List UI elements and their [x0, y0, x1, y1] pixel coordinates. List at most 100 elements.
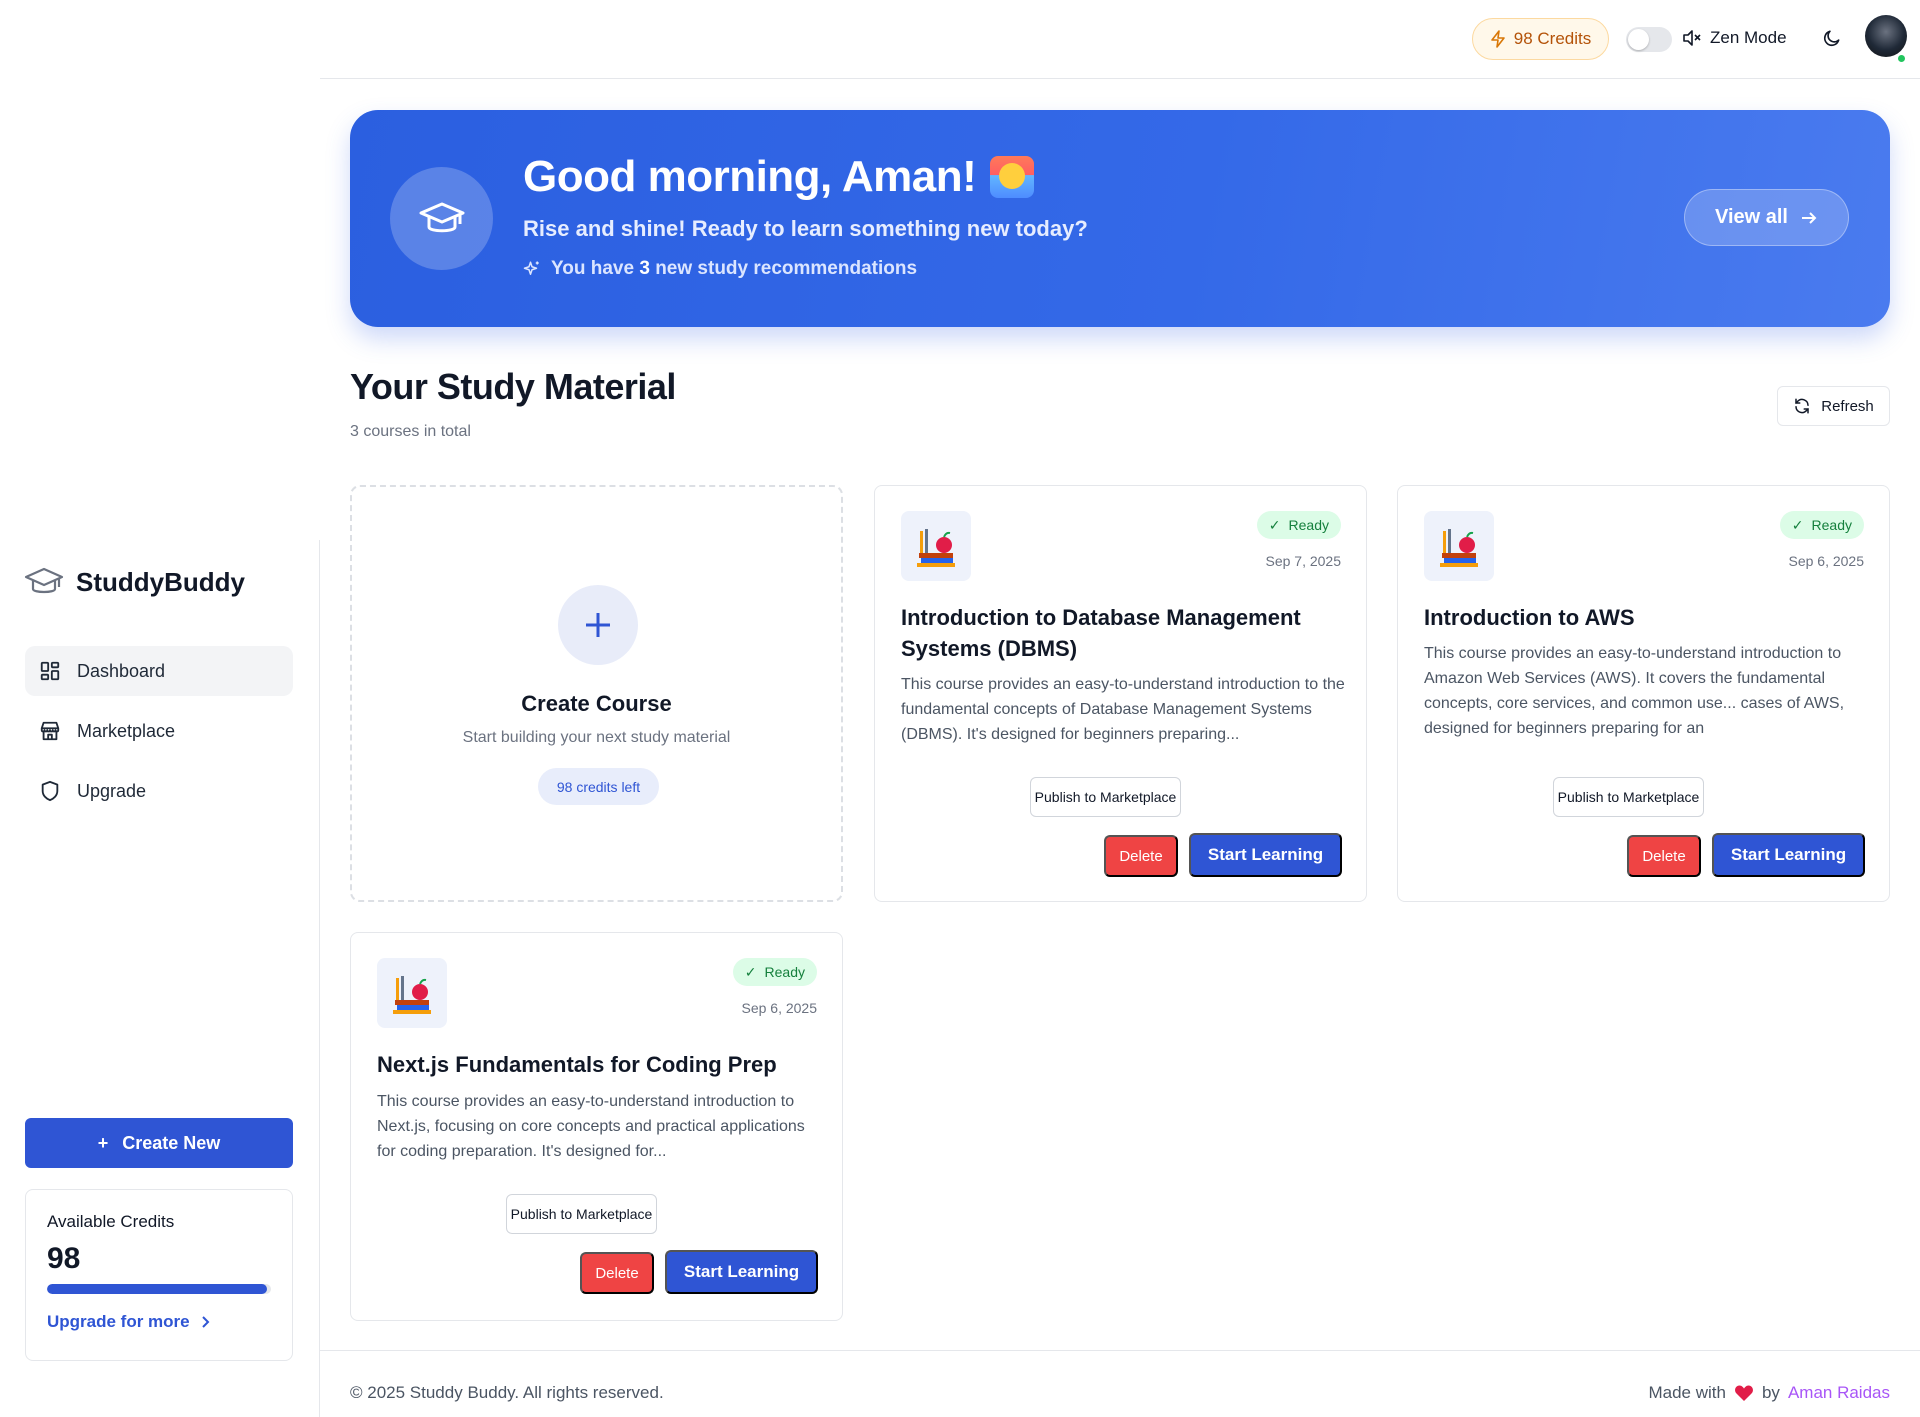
publish-to-marketplace-button[interactable]: Publish to Marketplace — [1553, 777, 1704, 817]
refresh-button[interactable]: Refresh — [1777, 386, 1890, 426]
sidebar-item-label: Upgrade — [77, 780, 147, 801]
zen-mode-label-group: Zen Mode — [1682, 28, 1787, 48]
publish-to-marketplace-button[interactable]: Publish to Marketplace — [1030, 777, 1181, 817]
create-new-label: Create New — [122, 1132, 221, 1153]
dashboard-grid-icon — [40, 661, 60, 681]
credits-progress-bar — [47, 1284, 271, 1294]
made-with-credit: Made with by Aman Raidas — [1648, 1383, 1890, 1403]
course-title: Introduction to AWS — [1424, 605, 1635, 630]
books-apple-icon — [1424, 511, 1494, 581]
refresh-icon — [1795, 398, 1809, 414]
greeting-text: Good morning, Aman! — [523, 152, 977, 201]
graduation-cap-icon — [419, 202, 464, 232]
sparkles-icon — [523, 261, 539, 275]
rec-count: 3 — [639, 258, 650, 279]
online-status-dot — [1896, 53, 1907, 64]
moon-icon — [1823, 30, 1840, 47]
course-count: 3 courses in total — [350, 423, 471, 440]
sidebar-item-marketplace[interactable]: Marketplace — [25, 706, 293, 756]
theme-toggle-button[interactable] — [1822, 28, 1842, 53]
delete-button[interactable]: Delete — [1104, 835, 1178, 877]
credits-left-badge: 98 credits left — [538, 768, 659, 805]
status-badge: ✓ Ready — [732, 958, 817, 986]
view-all-button[interactable]: View all — [1684, 189, 1849, 246]
zen-mode-label: Zen Mode — [1710, 28, 1787, 47]
shield-icon — [41, 780, 59, 802]
course-card: ✓ Ready Sep 6, 2025 Introduction to AWS … — [1397, 485, 1890, 902]
add-course-button[interactable] — [558, 585, 638, 665]
course-title: Introduction to Database Management Syst… — [901, 605, 1301, 661]
status-badge: ✓ Ready — [1779, 511, 1864, 539]
books-apple-icon — [901, 511, 971, 581]
zen-mode-toggle[interactable] — [1626, 27, 1672, 52]
delete-button[interactable]: Delete — [580, 1252, 654, 1294]
create-new-button[interactable]: + Create New — [25, 1118, 293, 1168]
upgrade-link-label: Upgrade for more — [47, 1312, 190, 1331]
author-link[interactable]: Aman Raidas — [1788, 1383, 1890, 1403]
made-with-label: Made with — [1648, 1383, 1726, 1402]
sidebar-item-label: Dashboard — [77, 660, 166, 681]
start-learning-button[interactable]: Start Learning — [665, 1250, 818, 1294]
page-title: Your Study Material — [350, 366, 676, 407]
sidebar-item-upgrade[interactable]: Upgrade — [25, 766, 293, 816]
hero-graduation-badge — [390, 167, 493, 270]
check-icon: ✓ — [1791, 516, 1804, 533]
plus-icon: + — [97, 1132, 109, 1153]
status-badge: ✓ Ready — [1256, 511, 1341, 539]
start-learning-button[interactable]: Start Learning — [1189, 833, 1342, 877]
create-course-card[interactable]: Create Course Start building your next s… — [350, 485, 843, 902]
chevron-right-icon — [201, 1316, 210, 1328]
sidebar-item-dashboard[interactable]: Dashboard — [25, 646, 293, 696]
arrow-right-icon — [1802, 211, 1817, 224]
course-card: ✓ Ready Sep 6, 2025 Next.js Fundamentals… — [350, 932, 843, 1321]
course-description: This course provides an easy-to-understa… — [1424, 645, 1845, 737]
credits-badge[interactable]: 98 Credits — [1472, 18, 1609, 60]
course-description: This course provides an easy-to-understa… — [377, 1093, 805, 1160]
course-title: Next.js Fundamentals for Coding Prep — [377, 1052, 777, 1077]
lightning-icon — [1490, 30, 1505, 48]
by-label: by — [1761, 1383, 1780, 1402]
upgrade-for-more-link[interactable]: Upgrade for more — [47, 1312, 271, 1332]
start-learning-button[interactable]: Start Learning — [1712, 833, 1865, 877]
delete-button[interactable]: Delete — [1627, 835, 1701, 877]
greeting-heading: Good morning, Aman! — [523, 152, 1035, 202]
course-card: ✓ Ready Sep 7, 2025 Introduction to Data… — [874, 485, 1367, 902]
course-date: Sep 7, 2025 — [1265, 553, 1341, 569]
course-description: This course provides an easy-to-understa… — [901, 676, 1345, 743]
app-name: StuddyBuddy — [76, 566, 245, 597]
plus-icon — [586, 613, 610, 637]
user-avatar[interactable] — [1865, 15, 1907, 57]
publish-to-marketplace-button[interactable]: Publish to Marketplace — [506, 1194, 657, 1234]
sidebar-nav: Dashboard Marketplace Upgrade — [25, 646, 293, 826]
create-course-subtitle: Start building your next study material — [462, 729, 731, 746]
credits-value: 98 — [47, 1242, 81, 1275]
welcome-banner: Good morning, Aman! Rise and shine! Read… — [350, 110, 1890, 327]
credits-title: Available Credits — [47, 1212, 175, 1231]
rec-suffix: new study recommendations — [655, 258, 918, 279]
credits-progress-fill — [47, 1284, 267, 1294]
greeting-subtitle: Rise and shine! Ready to learn something… — [523, 216, 1088, 241]
heart-icon — [1735, 1385, 1753, 1401]
create-course-title: Create Course — [521, 691, 672, 716]
available-credits-card: Available Credits 98 Upgrade for more — [25, 1189, 293, 1361]
status-label: Ready — [764, 964, 805, 980]
page-footer: © 2025 Studdy Buddy. All rights reserved… — [320, 1350, 1920, 1417]
rec-prefix: You have — [551, 258, 635, 279]
sidebar: StuddyBuddy Dashboard Marketplace Upgrad… — [0, 0, 320, 1417]
toggle-knob — [1628, 29, 1649, 50]
status-label: Ready — [1811, 517, 1852, 533]
course-date: Sep 6, 2025 — [741, 1000, 817, 1016]
sunrise-emoji-icon — [990, 156, 1035, 198]
recommendations-note: You have 3 new study recommendations — [523, 258, 917, 280]
books-apple-icon — [377, 958, 447, 1028]
top-header: 98 Credits Zen Mode — [320, 0, 1920, 79]
sidebar-item-label: Marketplace — [77, 720, 176, 741]
store-icon — [40, 721, 60, 741]
volume-muted-icon — [1683, 30, 1701, 46]
credits-badge-label: 98 Credits — [1513, 29, 1592, 48]
check-icon: ✓ — [1268, 516, 1281, 533]
graduation-cap-icon — [24, 567, 64, 594]
app-logo[interactable]: StuddyBuddy — [24, 566, 245, 598]
copyright-text: © 2025 Studdy Buddy. All rights reserved… — [350, 1383, 664, 1402]
check-icon: ✓ — [744, 963, 757, 980]
